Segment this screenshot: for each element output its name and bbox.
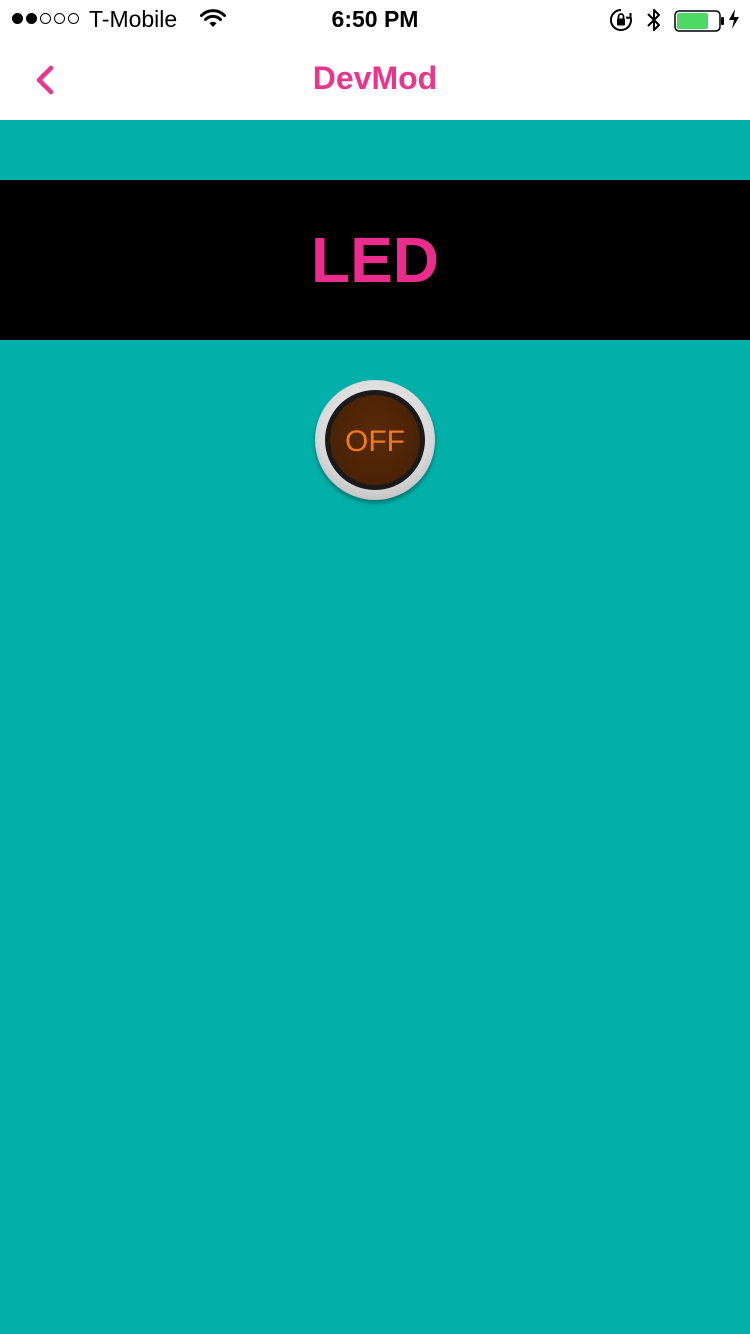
led-banner: LED (0, 180, 750, 340)
rotation-lock-icon (609, 8, 633, 37)
navigation-bar: DevMod (0, 40, 750, 120)
charging-bolt-icon (728, 8, 740, 35)
toggle-bezel: OFF (325, 390, 425, 490)
battery-icon (674, 10, 726, 37)
led-heading: LED (311, 224, 439, 296)
toggle-state-label: OFF (345, 425, 405, 458)
page-title: DevMod (312, 60, 438, 96)
status-bar: T-Mobile 6:50 PM (0, 0, 750, 40)
toggle-core: OFF (330, 395, 420, 485)
led-power-toggle-button[interactable]: OFF (315, 380, 435, 500)
status-time: 6:50 PM (331, 6, 419, 32)
bluetooth-icon (645, 7, 663, 38)
